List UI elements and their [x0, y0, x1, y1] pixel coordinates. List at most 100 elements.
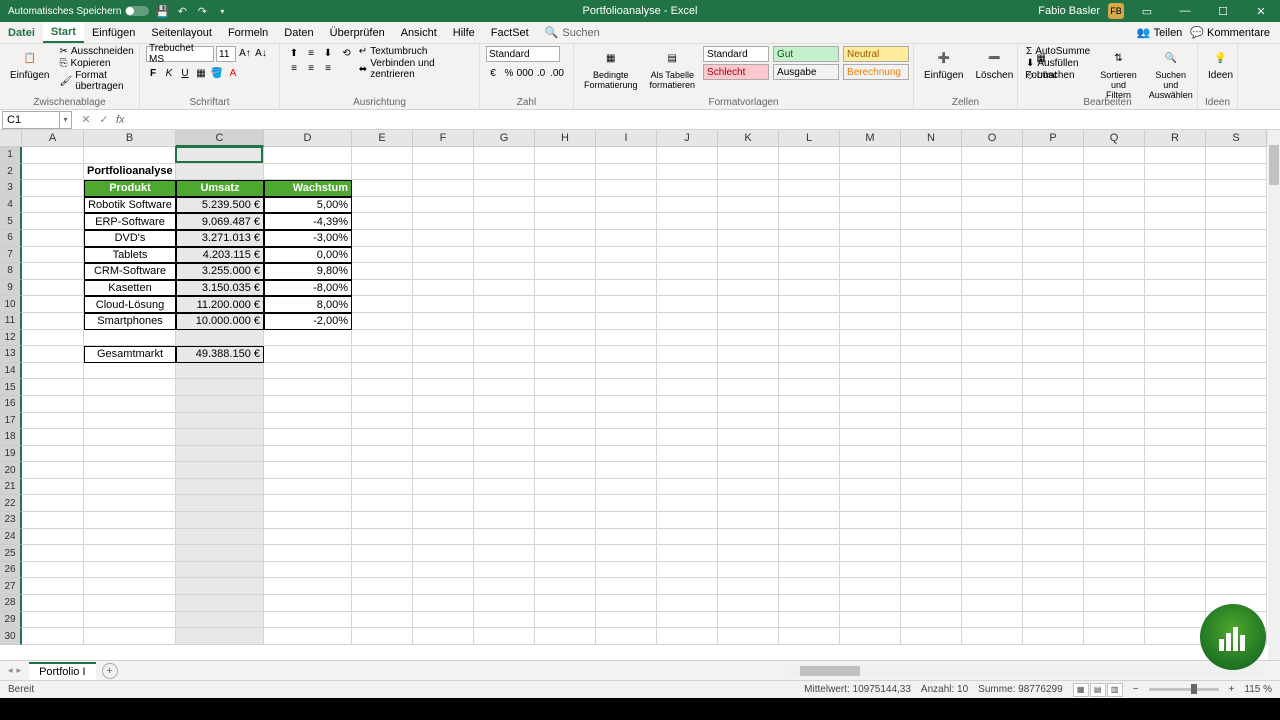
col-header-N[interactable]: N — [901, 130, 962, 147]
cell-K14[interactable] — [718, 363, 779, 380]
cell-N3[interactable] — [901, 180, 962, 197]
cell-Q5[interactable] — [1084, 213, 1145, 230]
cell-R21[interactable] — [1145, 479, 1206, 496]
cell-F13[interactable] — [413, 346, 474, 363]
cell-N10[interactable] — [901, 296, 962, 313]
cell-H9[interactable] — [535, 280, 596, 297]
cell-R1[interactable] — [1145, 147, 1206, 164]
cell-H25[interactable] — [535, 545, 596, 562]
cell-B19[interactable] — [84, 446, 176, 463]
cell-C4[interactable]: 5.239.500 € — [176, 197, 264, 214]
cell-F11[interactable] — [413, 313, 474, 330]
cell-O22[interactable] — [962, 495, 1023, 512]
row-header-22[interactable]: 22 — [0, 495, 22, 512]
col-header-G[interactable]: G — [474, 130, 535, 147]
cell-F6[interactable] — [413, 230, 474, 247]
cell-B9[interactable]: Kasetten — [84, 280, 176, 297]
cell-G21[interactable] — [474, 479, 535, 496]
cell-D8[interactable]: 9,80% — [264, 263, 352, 280]
cell-O9[interactable] — [962, 280, 1023, 297]
cell-S2[interactable] — [1206, 164, 1267, 181]
row-header-1[interactable]: 1 — [0, 147, 22, 164]
cell-S19[interactable] — [1206, 446, 1267, 463]
cell-L19[interactable] — [779, 446, 840, 463]
cell-R19[interactable] — [1145, 446, 1206, 463]
cell-C22[interactable] — [176, 495, 264, 512]
cell-A29[interactable] — [22, 612, 84, 629]
cell-K13[interactable] — [718, 346, 779, 363]
col-header-L[interactable]: L — [779, 130, 840, 147]
cell-S18[interactable] — [1206, 429, 1267, 446]
cell-K21[interactable] — [718, 479, 779, 496]
cell-D21[interactable] — [264, 479, 352, 496]
cell-J10[interactable] — [657, 296, 718, 313]
cell-M27[interactable] — [840, 578, 901, 595]
zoom-in-button[interactable]: + — [1229, 684, 1235, 695]
cell-F12[interactable] — [413, 330, 474, 347]
cell-A30[interactable] — [22, 628, 84, 645]
cell-K29[interactable] — [718, 612, 779, 629]
cell-L30[interactable] — [779, 628, 840, 645]
cell-O29[interactable] — [962, 612, 1023, 629]
cell-N25[interactable] — [901, 545, 962, 562]
cell-L24[interactable] — [779, 529, 840, 546]
cell-E28[interactable] — [352, 595, 413, 612]
cell-E16[interactable] — [352, 396, 413, 413]
cell-H27[interactable] — [535, 578, 596, 595]
col-header-P[interactable]: P — [1023, 130, 1084, 147]
cell-G7[interactable] — [474, 247, 535, 264]
cell-Q16[interactable] — [1084, 396, 1145, 413]
cell-N6[interactable] — [901, 230, 962, 247]
cell-C15[interactable] — [176, 379, 264, 396]
cell-S26[interactable] — [1206, 562, 1267, 579]
cell-J11[interactable] — [657, 313, 718, 330]
percent-button[interactable]: % — [502, 66, 516, 80]
cell-C18[interactable] — [176, 429, 264, 446]
cell-Q2[interactable] — [1084, 164, 1145, 181]
cell-C2[interactable] — [176, 164, 264, 181]
cell-P8[interactable] — [1023, 263, 1084, 280]
cell-A9[interactable] — [22, 280, 84, 297]
cell-Q26[interactable] — [1084, 562, 1145, 579]
delete-cells-button[interactable]: ➖Löschen — [971, 46, 1017, 83]
cell-D12[interactable] — [264, 330, 352, 347]
cell-Q10[interactable] — [1084, 296, 1145, 313]
cell-N19[interactable] — [901, 446, 962, 463]
cell-B15[interactable] — [84, 379, 176, 396]
row-header-12[interactable]: 12 — [0, 330, 22, 347]
cell-N7[interactable] — [901, 247, 962, 264]
ideas-button[interactable]: 💡Ideen — [1204, 46, 1237, 83]
cell-F28[interactable] — [413, 595, 474, 612]
tab-nav-first[interactable]: ◂ — [8, 665, 13, 676]
cell-C9[interactable]: 3.150.035 € — [176, 280, 264, 297]
style-berechnung[interactable]: Berechnung — [843, 64, 909, 80]
cell-R13[interactable] — [1145, 346, 1206, 363]
cell-J7[interactable] — [657, 247, 718, 264]
cell-H15[interactable] — [535, 379, 596, 396]
paste-button[interactable]: 📋 Einfügen — [6, 46, 53, 83]
cell-L17[interactable] — [779, 413, 840, 430]
cell-C21[interactable] — [176, 479, 264, 496]
col-header-J[interactable]: J — [657, 130, 718, 147]
cell-O11[interactable] — [962, 313, 1023, 330]
cell-A23[interactable] — [22, 512, 84, 529]
cell-A10[interactable] — [22, 296, 84, 313]
cell-L12[interactable] — [779, 330, 840, 347]
cell-A1[interactable] — [22, 147, 84, 164]
cell-P26[interactable] — [1023, 562, 1084, 579]
cell-B11[interactable]: Smartphones — [84, 313, 176, 330]
cell-H6[interactable] — [535, 230, 596, 247]
cut-button[interactable]: ✂Ausschneiden — [57, 46, 135, 57]
cell-G13[interactable] — [474, 346, 535, 363]
cell-Q23[interactable] — [1084, 512, 1145, 529]
cell-B2[interactable]: Portfolioanalyse — [84, 164, 176, 181]
cell-H1[interactable] — [535, 147, 596, 164]
cell-I23[interactable] — [596, 512, 657, 529]
col-header-A[interactable]: A — [22, 130, 84, 147]
cell-D14[interactable] — [264, 363, 352, 380]
cell-O23[interactable] — [962, 512, 1023, 529]
font-color-button[interactable]: A — [226, 66, 240, 80]
cell-Q21[interactable] — [1084, 479, 1145, 496]
cell-Q7[interactable] — [1084, 247, 1145, 264]
cell-C14[interactable] — [176, 363, 264, 380]
